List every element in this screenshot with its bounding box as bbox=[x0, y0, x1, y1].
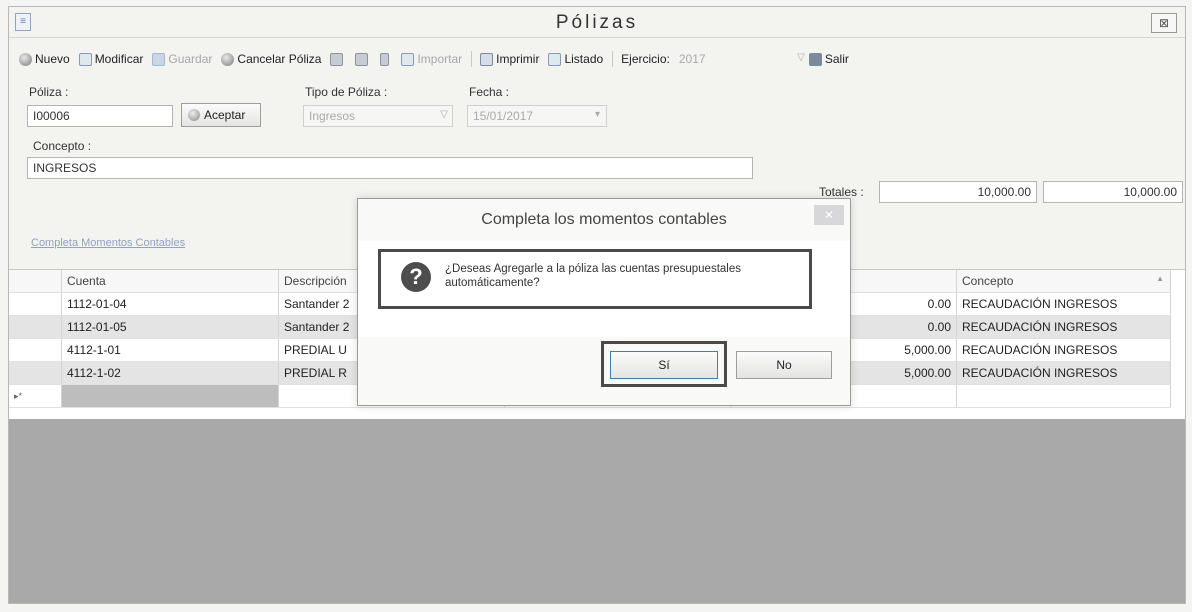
save-icon bbox=[152, 52, 166, 66]
new-row-marker: ▸* bbox=[9, 384, 62, 408]
guardar-button[interactable]: Guardar bbox=[152, 52, 212, 66]
sort-icon: ▲ bbox=[1156, 274, 1164, 283]
salir-button[interactable]: Salir bbox=[808, 52, 849, 66]
cuenta-column-header[interactable]: Cuenta bbox=[61, 270, 279, 293]
guardar-label: Guardar bbox=[168, 52, 213, 66]
exit-icon bbox=[808, 52, 822, 66]
nuevo-label: Nuevo bbox=[35, 52, 70, 66]
tipo-poliza-select[interactable]: Ingresos ▽ bbox=[303, 105, 453, 127]
row-header bbox=[9, 338, 62, 362]
lock-button[interactable] bbox=[380, 52, 392, 66]
cancel-icon bbox=[221, 52, 235, 66]
fecha-label: Fecha : bbox=[469, 85, 510, 99]
lock-icon bbox=[380, 52, 390, 66]
question-icon: ? bbox=[401, 262, 431, 292]
fecha-picker[interactable]: 15/01/2017 ▾ bbox=[467, 105, 607, 127]
message-highlight: ? ¿Deseas Agregarle a la póliza las cuen… bbox=[378, 249, 812, 309]
aceptar-label: Aceptar bbox=[204, 108, 246, 122]
chevron-down-icon: ▽ bbox=[440, 109, 448, 120]
fecha-value: 15/01/2017 bbox=[473, 109, 534, 123]
cuenta-cell[interactable] bbox=[61, 384, 279, 408]
row-header-corner bbox=[9, 270, 62, 293]
cancelar-poliza-button[interactable]: Cancelar Póliza bbox=[221, 52, 321, 66]
concepto-cell[interactable]: RECAUDACIÓN INGRESOS bbox=[956, 315, 1171, 339]
modificar-button[interactable]: Modificar bbox=[78, 52, 144, 66]
concepto-cell[interactable]: RECAUDACIÓN INGRESOS bbox=[956, 292, 1171, 316]
calendar-icon: ▾ bbox=[594, 109, 600, 120]
ejercicio-select[interactable]: 2017 ▽ bbox=[679, 52, 809, 66]
ejercicio-label: Ejercicio: bbox=[621, 52, 670, 66]
no-button[interactable]: No bbox=[736, 351, 832, 379]
excel-button[interactable] bbox=[355, 52, 371, 66]
list-icon bbox=[548, 52, 562, 66]
printer-icon bbox=[480, 52, 494, 66]
row-header bbox=[9, 361, 62, 385]
cuenta-cell[interactable]: 4112-1-01 bbox=[61, 338, 279, 362]
chevron-down-icon: ▽ bbox=[797, 52, 805, 63]
toolbar-separator bbox=[612, 51, 614, 67]
dialog-message: ¿Deseas Agregarle a la póliza las cuenta… bbox=[445, 263, 741, 289]
modificar-label: Modificar bbox=[94, 52, 144, 66]
window-close-button[interactable]: ⊠ bbox=[1151, 13, 1177, 33]
tipo-poliza-label: Tipo de Póliza : bbox=[305, 85, 388, 99]
tipo-poliza-value: Ingresos bbox=[309, 109, 356, 123]
dialog-close-button[interactable]: ✕ bbox=[814, 205, 844, 225]
row-header bbox=[9, 315, 62, 339]
cuenta-cell[interactable]: 1112-01-05 bbox=[61, 315, 279, 339]
export-icon bbox=[330, 52, 344, 66]
dialog-body: ? ¿Deseas Agregarle a la póliza las cuen… bbox=[358, 241, 850, 337]
export-button[interactable] bbox=[330, 52, 346, 66]
concepto-cell[interactable]: RECAUDACIÓN INGRESOS bbox=[956, 361, 1171, 385]
cuenta-cell[interactable]: 4112-1-02 bbox=[61, 361, 279, 385]
edit-icon bbox=[78, 52, 92, 66]
ejercicio-value: 2017 bbox=[678, 52, 706, 66]
nuevo-button[interactable]: Nuevo bbox=[19, 52, 70, 66]
concepto-column-header[interactable]: Concepto ▲ bbox=[956, 270, 1171, 293]
imprimir-label: Imprimir bbox=[496, 52, 540, 66]
toolbar-separator bbox=[471, 51, 473, 67]
grid-empty-area bbox=[9, 419, 1185, 603]
completa-momentos-link[interactable]: Completa Momentos Contables bbox=[31, 237, 185, 249]
listado-button[interactable]: Listado bbox=[548, 52, 603, 66]
cuenta-cell[interactable]: 1112-01-04 bbox=[61, 292, 279, 316]
poliza-input[interactable]: I00006 bbox=[27, 105, 173, 127]
concepto-cell[interactable]: RECAUDACIÓN INGRESOS bbox=[956, 338, 1171, 362]
total-cargo-field: 10,000.00 bbox=[879, 181, 1037, 203]
importar-label: Importar bbox=[417, 52, 463, 66]
si-button[interactable]: Sí bbox=[610, 351, 718, 379]
aceptar-button[interactable]: Aceptar bbox=[181, 103, 261, 127]
salir-label: Salir bbox=[824, 52, 849, 66]
accept-icon bbox=[188, 109, 200, 121]
window-title: Pólizas bbox=[555, 12, 639, 33]
cell[interactable] bbox=[956, 384, 1171, 408]
imprimir-button[interactable]: Imprimir bbox=[480, 52, 539, 66]
row-header bbox=[9, 292, 62, 316]
listado-label: Listado bbox=[564, 52, 604, 66]
momentos-contables-dialog: Completa los momentos contables ✕ ? ¿Des… bbox=[357, 198, 851, 406]
cancelar-label: Cancelar Póliza bbox=[237, 52, 322, 66]
title-bar: ≡ Pólizas ⊠ bbox=[9, 7, 1185, 38]
new-icon bbox=[19, 52, 32, 66]
totales-label: Totales : bbox=[819, 185, 864, 199]
dialog-title: Completa los momentos contables bbox=[481, 211, 727, 228]
toolbar: Nuevo Modificar Guardar Cancelar Póliza … bbox=[19, 49, 858, 69]
concepto-label: Concepto : bbox=[33, 139, 92, 153]
excel-icon bbox=[355, 52, 369, 66]
import-icon bbox=[401, 52, 415, 66]
concepto-header-label: Concepto bbox=[962, 274, 1014, 288]
total-abono-field: 10,000.00 bbox=[1043, 181, 1183, 203]
importar-button[interactable]: Importar bbox=[401, 52, 462, 66]
concepto-input[interactable]: INGRESOS bbox=[27, 157, 753, 179]
poliza-label: Póliza : bbox=[29, 85, 69, 99]
